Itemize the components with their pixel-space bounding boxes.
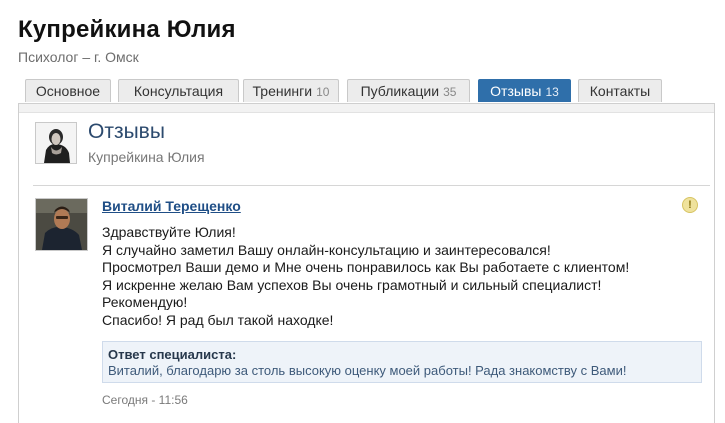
profile-name: Купрейкина Юлия <box>18 16 236 43</box>
panel-top-bar <box>19 104 714 113</box>
specialist-reply: Ответ специалиста: Виталий, благодарю за… <box>102 341 702 383</box>
tab-count: 35 <box>443 85 457 99</box>
reviews-title: Отзывы <box>88 120 165 143</box>
review-line: Здравствуйте Юлия! <box>102 224 236 240</box>
tab-label: Основное <box>35 83 101 99</box>
divider <box>33 185 710 186</box>
reviews-subtitle: Купрейкина Юлия <box>88 149 205 165</box>
tab-label: Публикации <box>360 83 440 99</box>
review-line: Я случайно заметил Вашу онлайн-консульта… <box>102 241 551 258</box>
tab-count: 13 <box>545 85 559 99</box>
review-line: Рекомендую! <box>102 294 188 311</box>
tab-main[interactable]: Основное <box>25 79 111 102</box>
review-timestamp: Сегодня - 11:56 <box>102 393 188 407</box>
review-line: Просмотрел Ваши демо и Мне очень понрави… <box>102 259 630 276</box>
reviewer-avatar[interactable] <box>35 198 88 251</box>
reviewer-name-link[interactable]: Виталий Терещенко <box>102 198 241 214</box>
tab-label: Контакты <box>589 83 651 99</box>
reply-text: Виталий, благодарю за столь высокую оцен… <box>108 363 627 378</box>
person-photo-icon <box>36 123 76 163</box>
tab-label: Отзывы <box>490 83 542 99</box>
review-line: Спасибо! Я рад был такой находке! <box>102 311 334 328</box>
reviews-panel: Отзывы Купрейкина Юлия Виталий Терещенко… <box>18 103 715 423</box>
exclamation-icon[interactable]: ! <box>682 197 698 213</box>
review-text: Здравствуйте Юлия! Я случайно заметил Ва… <box>102 224 692 330</box>
psychologist-avatar <box>35 122 77 164</box>
review-line: Я искренне желаю Вам успехов Вы очень гр… <box>102 276 602 293</box>
tab-reviews[interactable]: Отзывы 13 <box>478 79 571 102</box>
tab-label: Консультация <box>133 83 224 99</box>
profile-subtitle: Психолог – г. Омск <box>18 49 139 65</box>
tab-contacts[interactable]: Контакты <box>578 79 662 102</box>
tab-trainings[interactable]: Тренинги 10 <box>243 79 339 102</box>
tab-consultation[interactable]: Консультация <box>118 79 239 102</box>
tab-label: Тренинги <box>252 83 313 99</box>
reply-title: Ответ специалиста: <box>108 347 237 362</box>
reviewer-photo-icon <box>36 199 87 250</box>
tab-count: 10 <box>316 85 330 99</box>
tab-publications[interactable]: Публикации 35 <box>347 79 470 102</box>
